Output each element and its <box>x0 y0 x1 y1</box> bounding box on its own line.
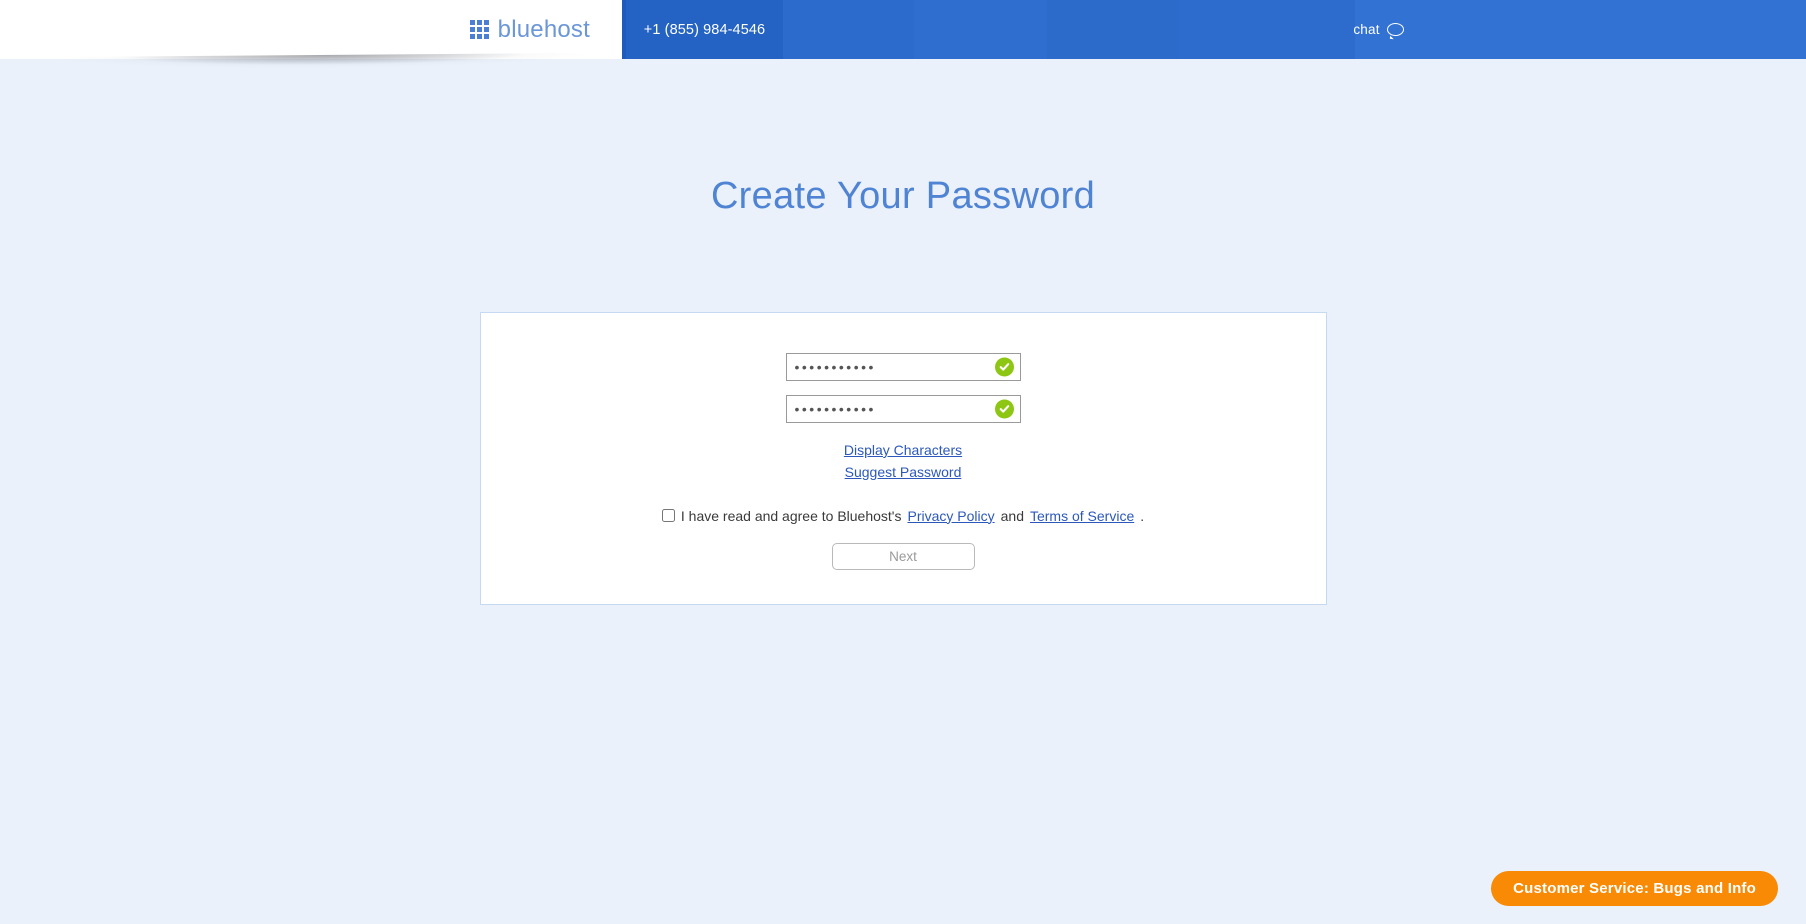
check-circle-icon-confirm <box>994 399 1014 419</box>
phone-number: +1 (855) 984-4546 <box>643 21 766 38</box>
display-characters-link[interactable]: Display Characters <box>844 440 962 460</box>
privacy-policy-link[interactable]: Privacy Policy <box>907 508 994 524</box>
confirm-password-field-row <box>785 395 1021 423</box>
confirm-password-input[interactable] <box>785 395 1021 423</box>
next-button[interactable]: Next <box>831 542 975 570</box>
password-helper-links: Display Characters Suggest Password <box>844 440 962 483</box>
bluehost-logo[interactable]: bluehost <box>469 15 590 43</box>
header-phone-block[interactable]: +1 (855) 984-4546 <box>626 0 783 59</box>
speech-bubble-icon <box>1386 23 1404 36</box>
check-circle-icon-password <box>994 357 1014 377</box>
header-chat-block[interactable]: chat <box>1353 0 1426 59</box>
site-header: bluehost +1 (855) 984-4546 chat <box>0 0 1806 59</box>
header-panel-5 <box>1179 0 1355 59</box>
grid-3x3-icon <box>469 20 489 39</box>
customer-service-badge[interactable]: Customer Service: Bugs and Info <box>1491 871 1778 906</box>
header-panel-2 <box>783 0 914 59</box>
create-password-card: Display Characters Suggest Password I ha… <box>479 312 1327 605</box>
agreement-prefix: I have read and agree to Bluehost's <box>680 507 902 524</box>
agreement-checkbox[interactable] <box>661 509 675 523</box>
header-panel-4 <box>1047 0 1179 59</box>
page-title: Create Your Password <box>710 175 1096 217</box>
suggest-password-link[interactable]: Suggest Password <box>845 462 962 482</box>
header-logo-panel: bluehost <box>0 0 622 59</box>
chat-button[interactable]: chat <box>1353 22 1404 37</box>
agreement-conjunction: and <box>1000 507 1024 524</box>
header-panel-7 <box>1426 0 1806 59</box>
agreement-suffix: . <box>1140 507 1145 524</box>
logo-text: bluehost <box>497 15 590 43</box>
agreement-row[interactable]: I have read and agree to Bluehost's Priv… <box>661 507 1145 524</box>
header-panel-3 <box>914 0 1047 59</box>
password-input[interactable] <box>785 353 1021 381</box>
password-field-row <box>785 353 1021 381</box>
chat-label: chat <box>1353 22 1380 37</box>
terms-of-service-link[interactable]: Terms of Service <box>1030 508 1134 524</box>
